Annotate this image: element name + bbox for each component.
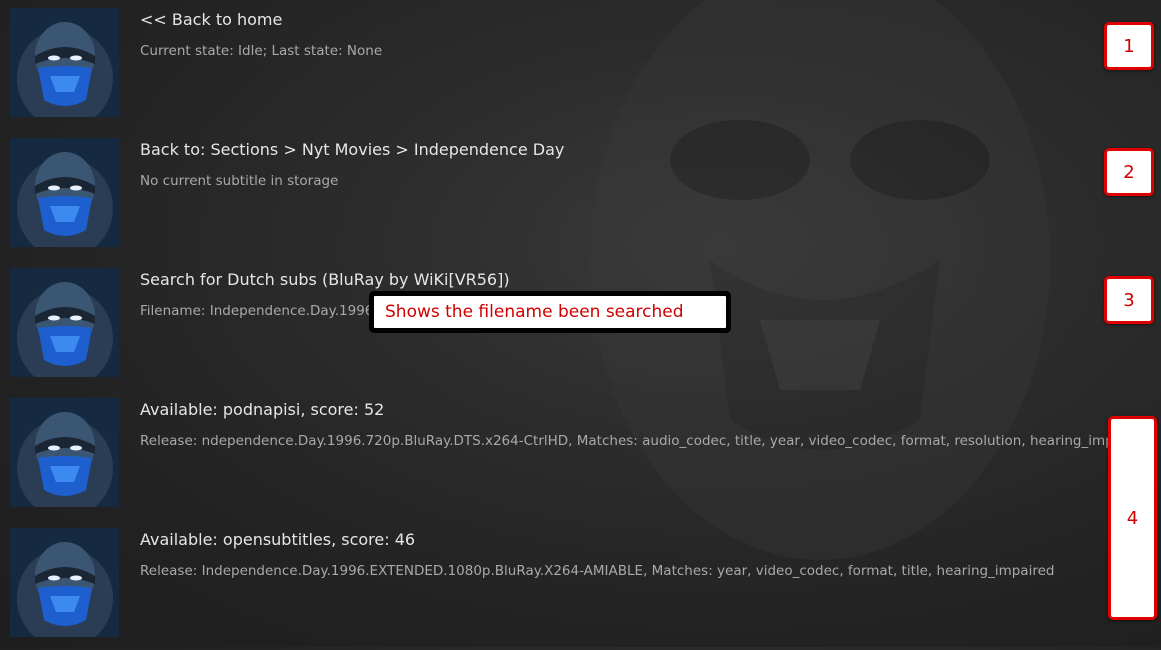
- annotation-badge-2: 2: [1104, 148, 1154, 196]
- ninja-thumbnail-icon: [10, 398, 119, 507]
- annotation-badge-3: 3: [1104, 276, 1154, 324]
- ninja-thumbnail-icon: [10, 138, 119, 247]
- ninja-thumbnail-icon: [10, 268, 119, 377]
- item-subtitle: Filename: Independence.Day.1996.: [140, 303, 378, 319]
- list-item-available-podnapisi[interactable]: Available: podnapisi, score: 52 Release:…: [0, 390, 1161, 520]
- ninja-thumbnail-icon: [10, 8, 119, 117]
- item-subtitle: No current subtitle in storage: [140, 173, 339, 189]
- item-subtitle: Release: Independence.Day.1996.EXTENDED.…: [140, 563, 1055, 579]
- list-item-available-opensubtitles[interactable]: Available: opensubtitles, score: 46 Rele…: [0, 520, 1161, 650]
- item-title: Available: opensubtitles, score: 46: [140, 530, 416, 549]
- item-title: Back to: Sections > Nyt Movies > Indepen…: [140, 140, 565, 159]
- item-subtitle: Current state: Idle; Last state: None: [140, 43, 383, 59]
- annotation-callout-text: Shows the filename been searched: [374, 296, 726, 328]
- list-item-back-home[interactable]: << Back to home Current state: Idle; Las…: [0, 0, 1161, 130]
- ninja-thumbnail-icon: [10, 528, 119, 637]
- annotation-callout: Shows the filename been searched: [369, 291, 731, 333]
- item-title: Search for Dutch subs (BluRay by WiKi[VR…: [140, 270, 510, 289]
- annotation-badge-1: 1: [1104, 22, 1154, 70]
- annotation-badge-4: 4: [1108, 416, 1157, 620]
- item-title: << Back to home: [140, 10, 283, 29]
- item-subtitle: Release: ndependence.Day.1996.720p.BluRa…: [140, 433, 1148, 449]
- item-title: Available: podnapisi, score: 52: [140, 400, 385, 419]
- list-item-back-to-section[interactable]: Back to: Sections > Nyt Movies > Indepen…: [0, 130, 1161, 260]
